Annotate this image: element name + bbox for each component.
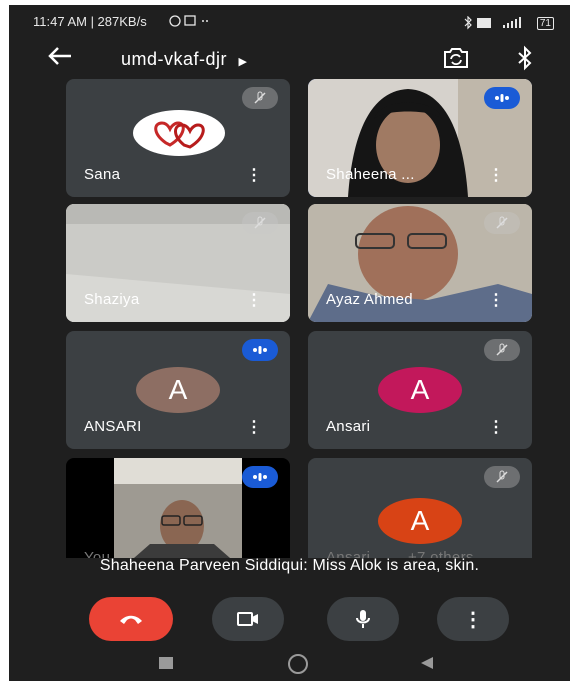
more-vert-icon[interactable]: ⋮ [488,290,504,310]
participant-tile[interactable]: A Ansari ⋮ [308,331,532,449]
participant-name: ANSARI [84,418,142,435]
participant-tile-active[interactable]: Shaheena ... ⋮ [308,79,532,197]
back-arrow-icon[interactable] [47,45,73,74]
participant-name: Shaziya [84,291,140,308]
home-icon[interactable] [288,654,308,674]
participant-name: Ansari [326,418,371,435]
mic-icon [356,610,370,628]
meeting-code[interactable]: umd-vkaf-djr ▶ [121,49,248,70]
participant-name: Ayaz Ahmed [326,291,413,308]
participant-name: Shaheena ... [326,166,415,183]
status-time: 11:47 AM | 287KB/s [33,14,147,29]
chevron-right-icon: ▶ [238,56,248,68]
mic-off-icon [242,212,278,234]
mic-toggle-button[interactable] [327,597,399,641]
bluetooth-icon[interactable] [515,45,535,76]
mic-off-icon [242,87,278,109]
recents-icon[interactable] [159,657,173,669]
audio-level-icon [484,87,520,109]
participant-tile[interactable]: A ANSARI ⋮ [66,331,290,449]
end-call-icon [120,615,142,624]
camera-icon [237,612,258,626]
participant-tile[interactable]: Ayaz Ahmed ⋮ [308,204,532,322]
mic-off-icon [484,466,520,488]
participant-tile[interactable]: Shaziya ⋮ [66,204,290,322]
avatar: A [378,367,462,413]
end-call-button[interactable] [89,597,173,641]
mic-off-icon [484,212,520,234]
meeting-header: umd-vkaf-djr ▶ [9,37,570,81]
system-nav-bar [9,648,570,681]
status-notification-icons [169,14,211,31]
hearts-avatar-image [133,110,225,156]
more-options-button[interactable]: ⋮ [437,597,509,641]
meeting-code-label: umd-vkaf-djr [121,49,228,69]
audio-level-icon [242,339,278,361]
audio-level-icon [242,466,278,488]
participant-tile[interactable]: A Ansari +7 others [308,458,532,558]
status-right: 71 [463,14,554,30]
more-vert-icon[interactable]: ⋮ [488,417,504,437]
meet-app-screen: 11:47 AM | 287KB/s 71 umd-vkaf-djr ▶ San… [9,5,570,681]
avatar: A [136,367,220,413]
more-vert-icon: ⋮ [463,608,483,631]
participant-name: Sana [84,166,121,183]
participant-tile[interactable]: Sana ⋮ [66,79,290,197]
mic-off-icon [484,339,520,361]
more-vert-icon[interactable]: ⋮ [246,417,262,437]
battery-icon: 71 [536,17,554,30]
self-view-tile[interactable]: You [66,458,290,558]
avatar: A [378,498,462,544]
whatsapp-icon [169,15,208,27]
camera-toggle-button[interactable] [212,597,284,641]
signal-icon [464,15,522,30]
status-bar: 11:47 AM | 287KB/s 71 [9,5,570,37]
switch-camera-icon[interactable] [441,45,471,76]
more-vert-icon[interactable]: ⋮ [488,165,504,185]
back-nav-icon[interactable] [419,655,435,671]
live-caption: Shaheena Parveen Siddiqui: Miss Alok is … [99,557,480,574]
more-vert-icon[interactable]: ⋮ [246,290,262,310]
more-vert-icon[interactable]: ⋮ [246,165,262,185]
self-video [114,458,242,558]
